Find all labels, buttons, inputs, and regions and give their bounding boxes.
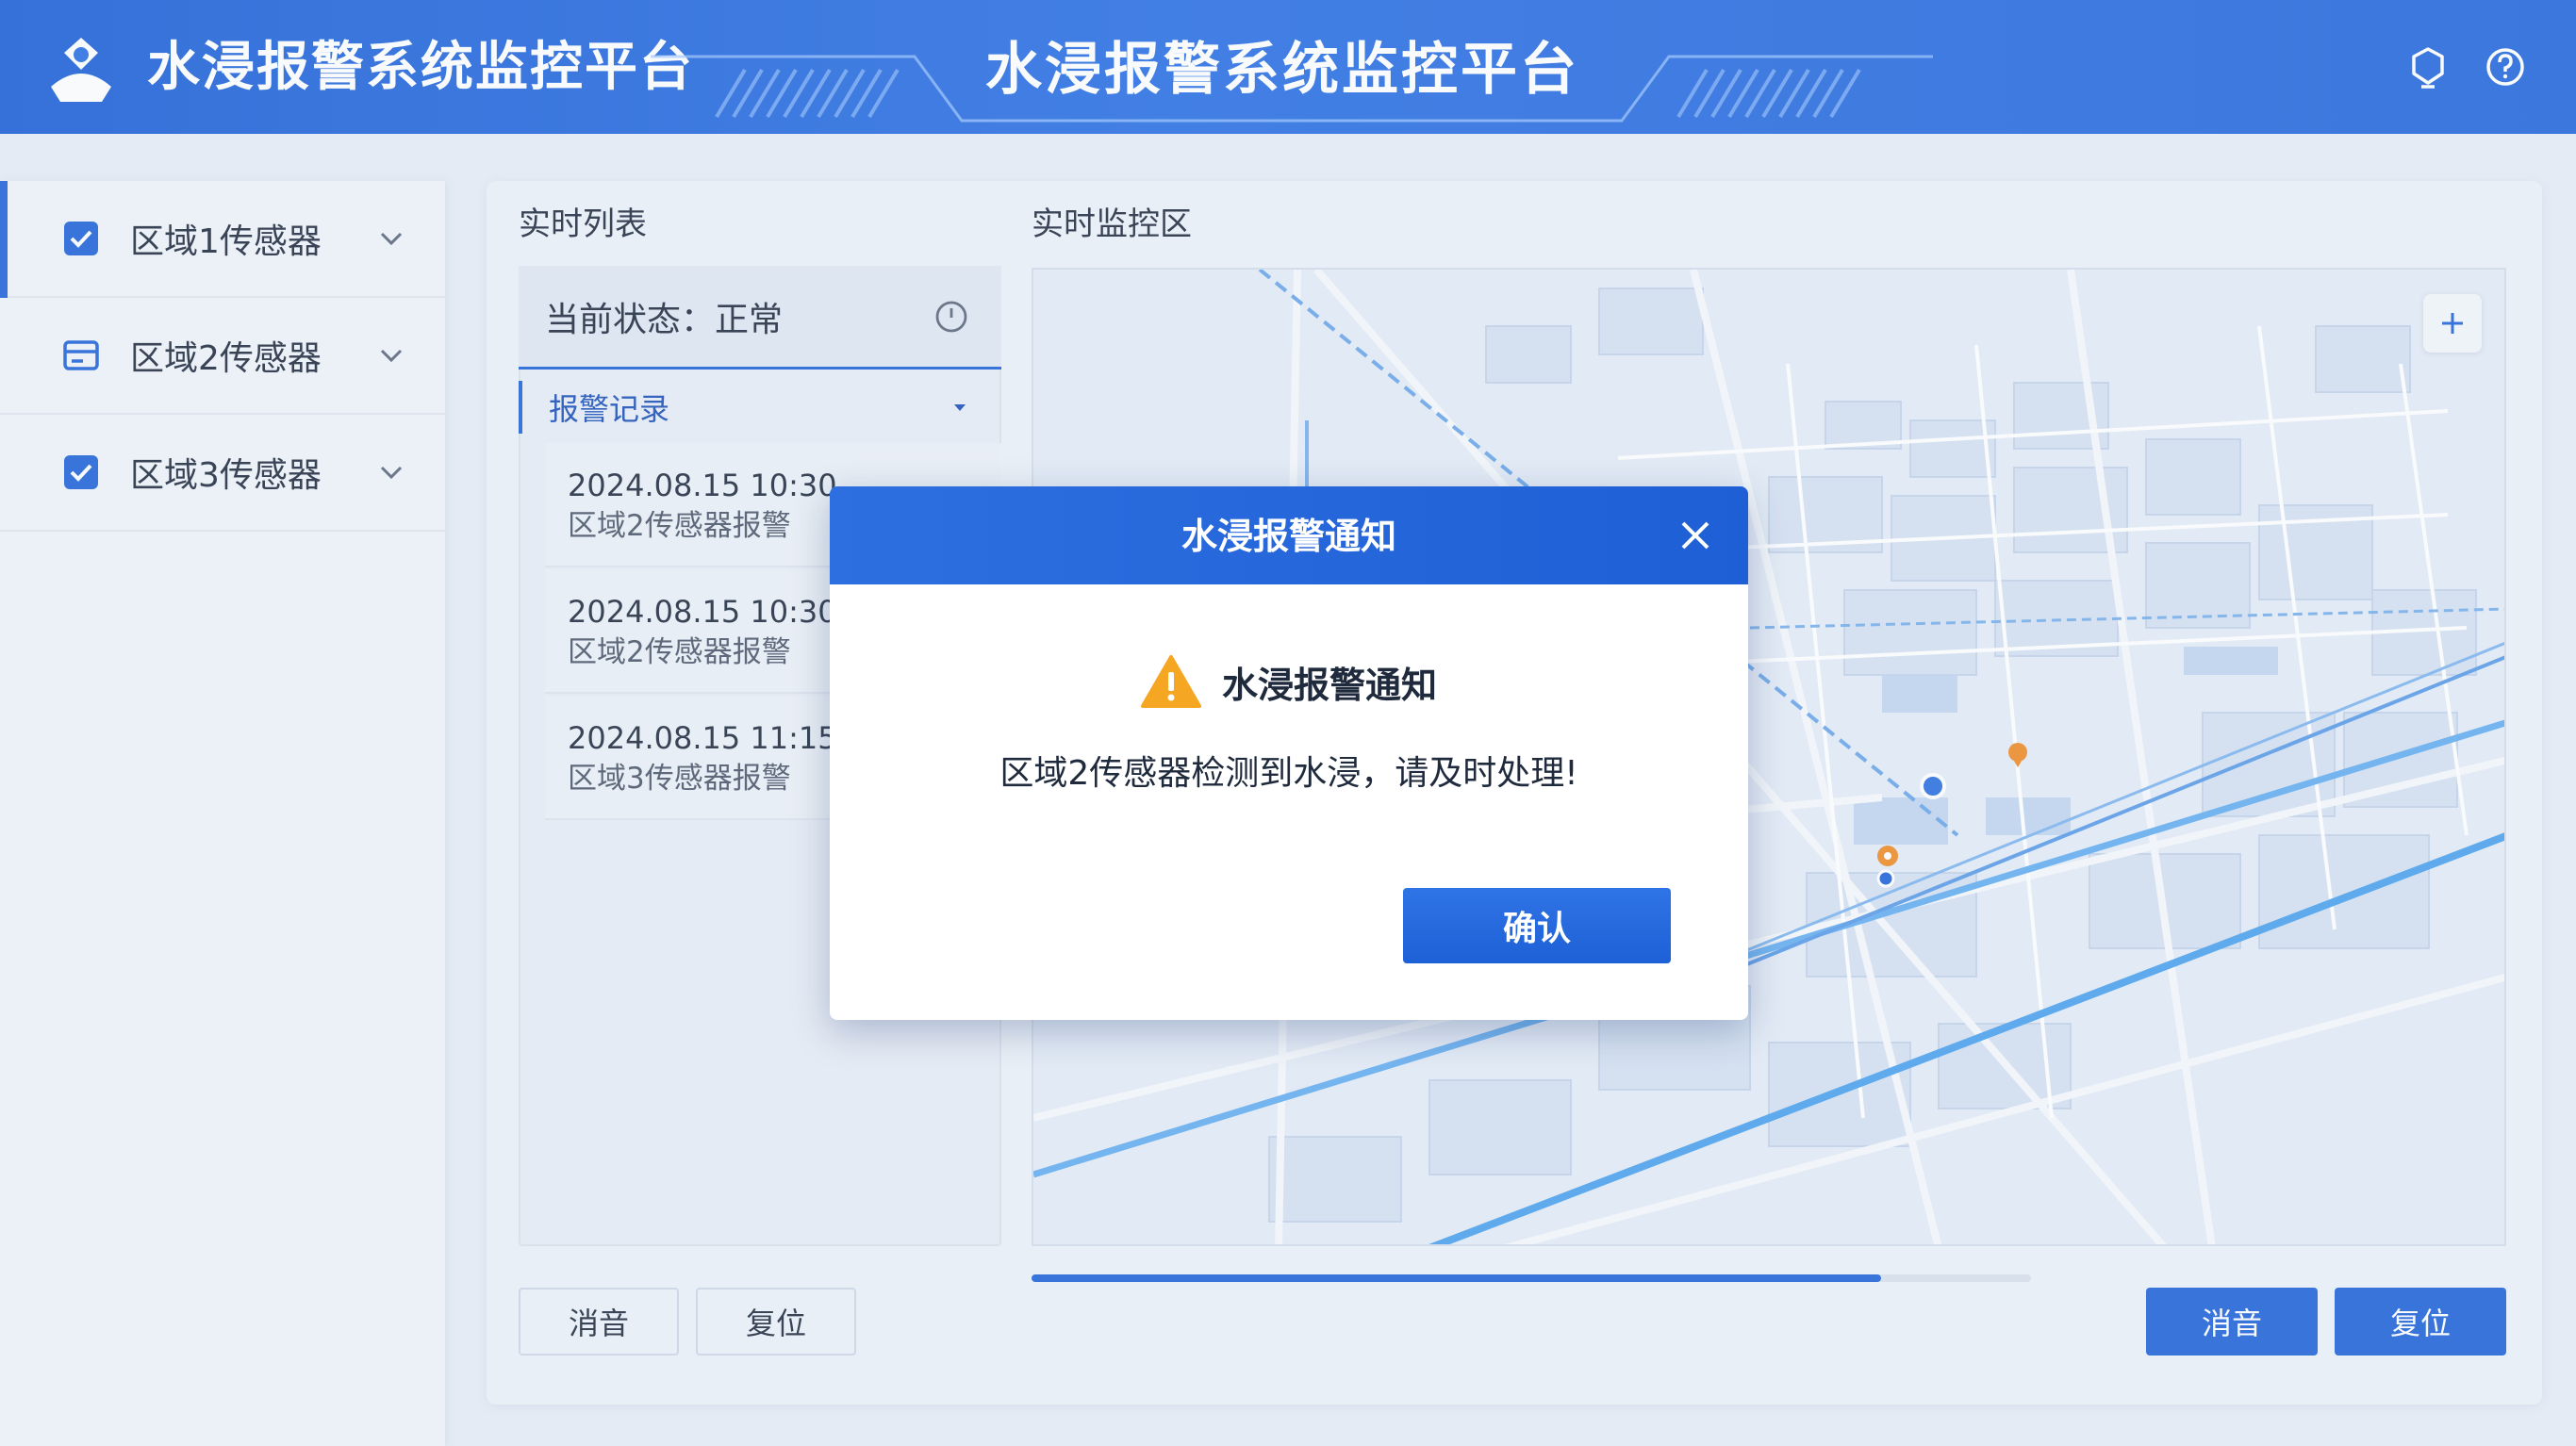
app-root: 水浸报警系统监控平台 水浸报警系统监控平台 区域1传感器 区域2传感器 区域3传…	[0, 0, 2576, 1446]
modal-heading-row: 水浸报警通知	[830, 649, 1748, 715]
modal-heading: 水浸报警通知	[1221, 664, 1437, 706]
close-icon[interactable]	[1678, 518, 1712, 552]
modal-header: 水浸报警通知	[830, 486, 1748, 584]
warning-icon	[1140, 655, 1201, 708]
alarm-modal: 水浸报警通知 水浸报警通知 区域2传感器检测到水浸，请及时处理! 确认	[830, 486, 1748, 1020]
modal-title: 水浸报警通知	[1181, 516, 1396, 557]
confirm-button[interactable]: 确认	[1403, 888, 1671, 963]
modal-message: 区域2传感器检测到水浸，请及时处理!	[999, 754, 1578, 793]
